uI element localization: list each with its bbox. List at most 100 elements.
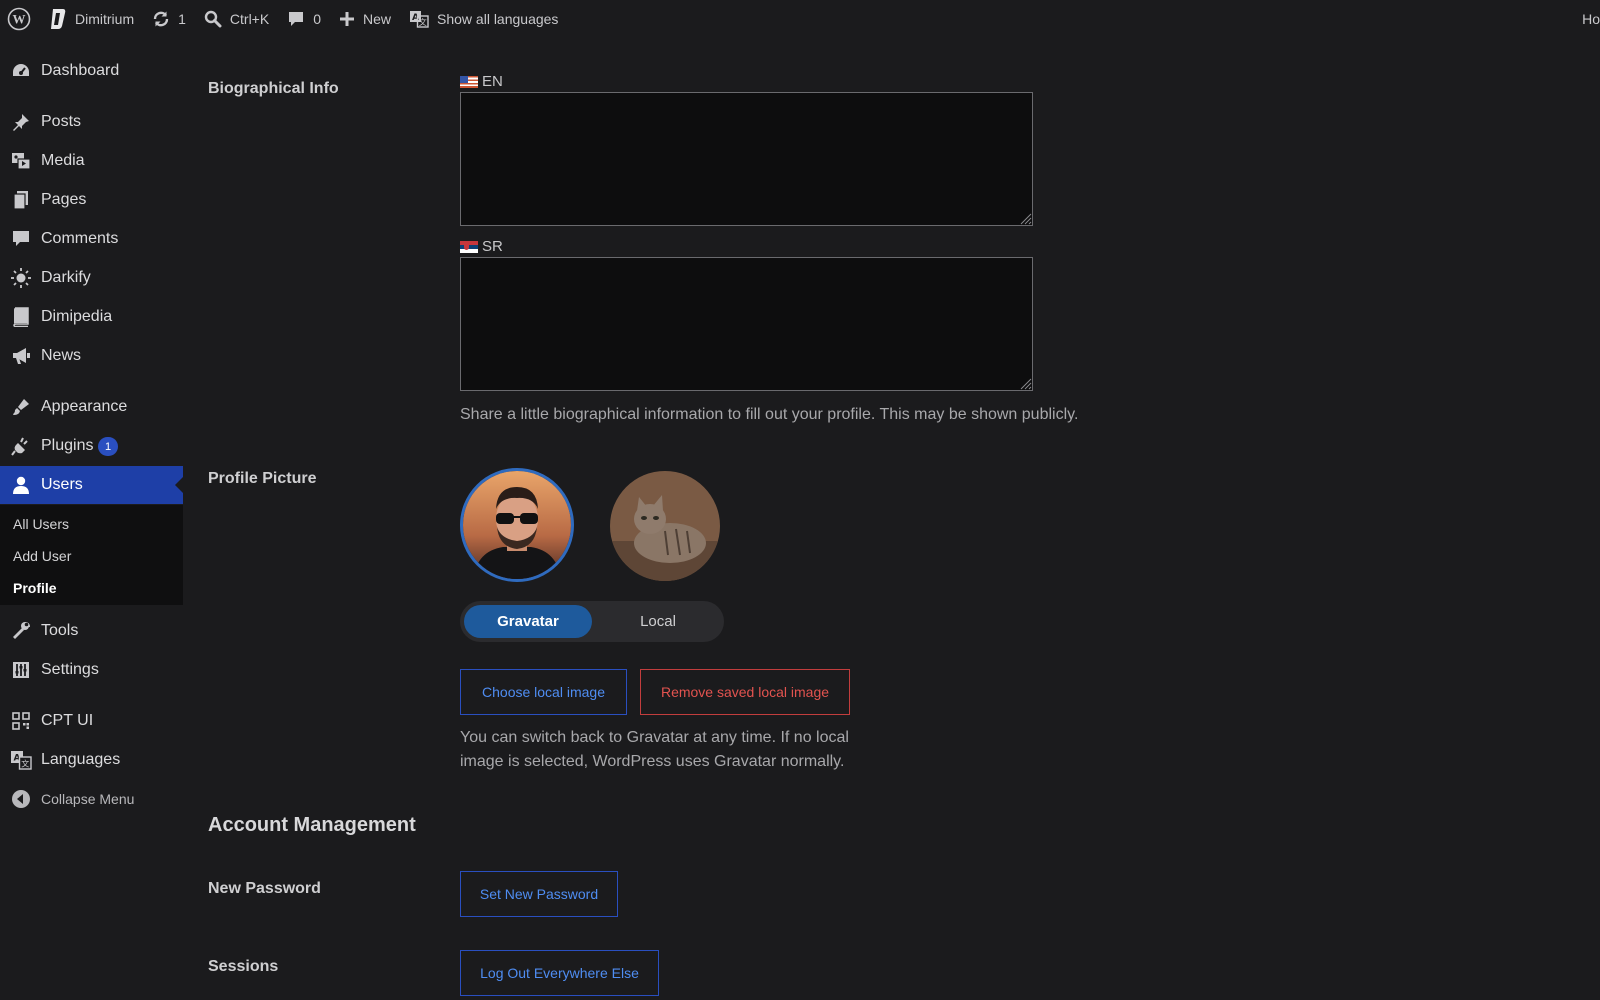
sun-icon [10,267,32,289]
search-shortcut-label: Ctrl+K [229,11,270,27]
site-name-link[interactable]: Dimitrium [40,0,143,38]
translate-icon: A文 [410,11,429,28]
sidebar-item-media[interactable]: Media [0,142,183,180]
avatar-source-toggle: Gravatar Local [460,601,724,642]
local-avatar-image[interactable] [610,471,720,581]
megaphone-icon [10,345,32,367]
sidebar-item-cpt-ui[interactable]: CPT UI [0,702,183,740]
comments-count: 0 [313,11,321,27]
serbia-flag-icon [460,240,478,253]
howdy-user-link[interactable]: Ho [1582,0,1600,38]
comments-icon [10,228,32,250]
submenu-add-user[interactable]: Add User [13,548,71,564]
submenu-all-users[interactable]: All Users [13,516,69,532]
sidebar-label-tools: Tools [41,622,79,639]
wordpress-logo-icon[interactable]: W [0,0,40,38]
sidebar-item-dashboard[interactable]: Dashboard [0,52,183,90]
sidebar-item-settings[interactable]: Settings [0,651,183,689]
gravatar-avatar-image[interactable] [460,468,574,582]
new-label: New [363,11,392,27]
admin-bar: W Dimitrium 1 Ctrl+K 0 New A文 Show all l… [0,0,1600,38]
sidebar-item-news[interactable]: News [0,337,183,375]
site-name: Dimitrium [75,11,135,27]
plugins-update-badge: 1 [98,437,118,456]
settings-sliders-icon [10,659,32,681]
grid-squares-icon [10,710,32,732]
submenu-profile[interactable]: Profile [13,580,57,596]
site-logo-icon [51,9,66,29]
sidebar-label-darkify: Darkify [41,269,91,286]
sidebar-label-settings: Settings [41,661,99,678]
sidebar-label-news: News [41,347,82,364]
svg-text:文: 文 [21,759,29,769]
lang-sr-text: SR [482,238,503,255]
us-flag-icon [460,75,478,88]
sidebar-item-languages[interactable]: A文 Languages [0,741,183,779]
plus-icon [340,12,354,26]
lang-en-text: EN [482,73,503,90]
sidebar-label-languages: Languages [41,751,121,768]
svg-text:文: 文 [419,17,427,27]
plugin-plug-icon [10,435,32,457]
pushpin-icon [10,111,32,133]
sidebar-label-pages: Pages [41,191,87,208]
collapse-menu-button[interactable]: Collapse Menu [0,780,183,818]
sidebar-item-dimipedia[interactable]: Dimipedia [0,298,183,336]
new-password-label: New Password [208,880,321,897]
sessions-label: Sessions [208,958,279,975]
logout-everywhere-else-button[interactable]: Log Out Everywhere Else [460,950,659,996]
profile-picture-label: Profile Picture [208,470,317,487]
resize-grip-icon[interactable] [1018,376,1032,390]
book-icon [10,306,32,328]
sidebar-item-darkify[interactable]: Darkify [0,259,183,297]
sidebar-item-users[interactable]: Users [0,466,183,504]
account-management-heading: Account Management [208,814,416,836]
bio-description: Share a little biographical information … [460,406,1079,423]
comment-bubble-icon [289,12,304,26]
search-shortcut[interactable]: Ctrl+K [195,0,278,38]
sidebar-label-posts: Posts [41,113,82,130]
languages-label: Show all languages [437,11,559,27]
show-all-languages-link[interactable]: A文 Show all languages [400,0,567,38]
new-content-link[interactable]: New [330,0,400,38]
sidebar-item-pages[interactable]: Pages [0,181,183,219]
updates-icon [153,11,169,27]
sidebar-label-appearance: Appearance [41,398,128,415]
pages-icon [10,189,32,211]
set-new-password-button[interactable]: Set New Password [460,871,618,917]
paintbrush-icon [10,396,32,418]
sidebar-item-appearance[interactable]: Appearance [0,388,183,426]
remove-local-image-button[interactable]: Remove saved local image [640,669,850,715]
bio-textarea-en[interactable] [460,92,1033,226]
sidebar-item-plugins[interactable]: Plugins 1 [0,427,183,465]
toggle-local-option[interactable]: Local [596,605,720,638]
search-icon [204,10,222,28]
media-library-icon [10,150,32,172]
sidebar-item-tools[interactable]: Tools [0,612,183,650]
user-icon [10,474,32,496]
sidebar-label-cpt-ui: CPT UI [41,712,94,729]
bio-label: Biographical Info [208,80,339,97]
picture-note-line-1: You can switch back to Gravatar at any t… [460,729,849,746]
bio-textarea-sr[interactable] [460,257,1033,391]
choose-local-image-button[interactable]: Choose local image [460,669,627,715]
resize-grip-icon[interactable] [1018,211,1032,225]
howdy-partial-text: Ho [1582,11,1600,27]
sidebar-item-posts[interactable]: Posts [0,103,183,141]
comments-link[interactable]: 0 [278,0,330,38]
updates-count: 1 [178,11,186,27]
admin-sidebar: Dashboard Posts Media Pages Comments Dar… [0,38,183,1000]
sidebar-label-collapse: Collapse Menu [41,791,135,807]
sidebar-label-plugins: Plugins [41,437,94,454]
toggle-gravatar-option[interactable]: Gravatar [464,605,592,638]
profile-content: Biographical Info EN SR Share a little b… [183,38,1600,1000]
sidebar-label-users: Users [41,476,83,493]
updates-link[interactable]: 1 [143,0,195,38]
svg-text:W: W [13,12,26,27]
sidebar-item-comments[interactable]: Comments [0,220,183,258]
sidebar-label-media: Media [41,152,85,169]
collapse-arrow-icon [10,788,32,810]
sidebar-label-dimipedia: Dimipedia [41,308,113,325]
wrench-icon [10,620,32,642]
lang-label-en: EN [460,73,503,90]
